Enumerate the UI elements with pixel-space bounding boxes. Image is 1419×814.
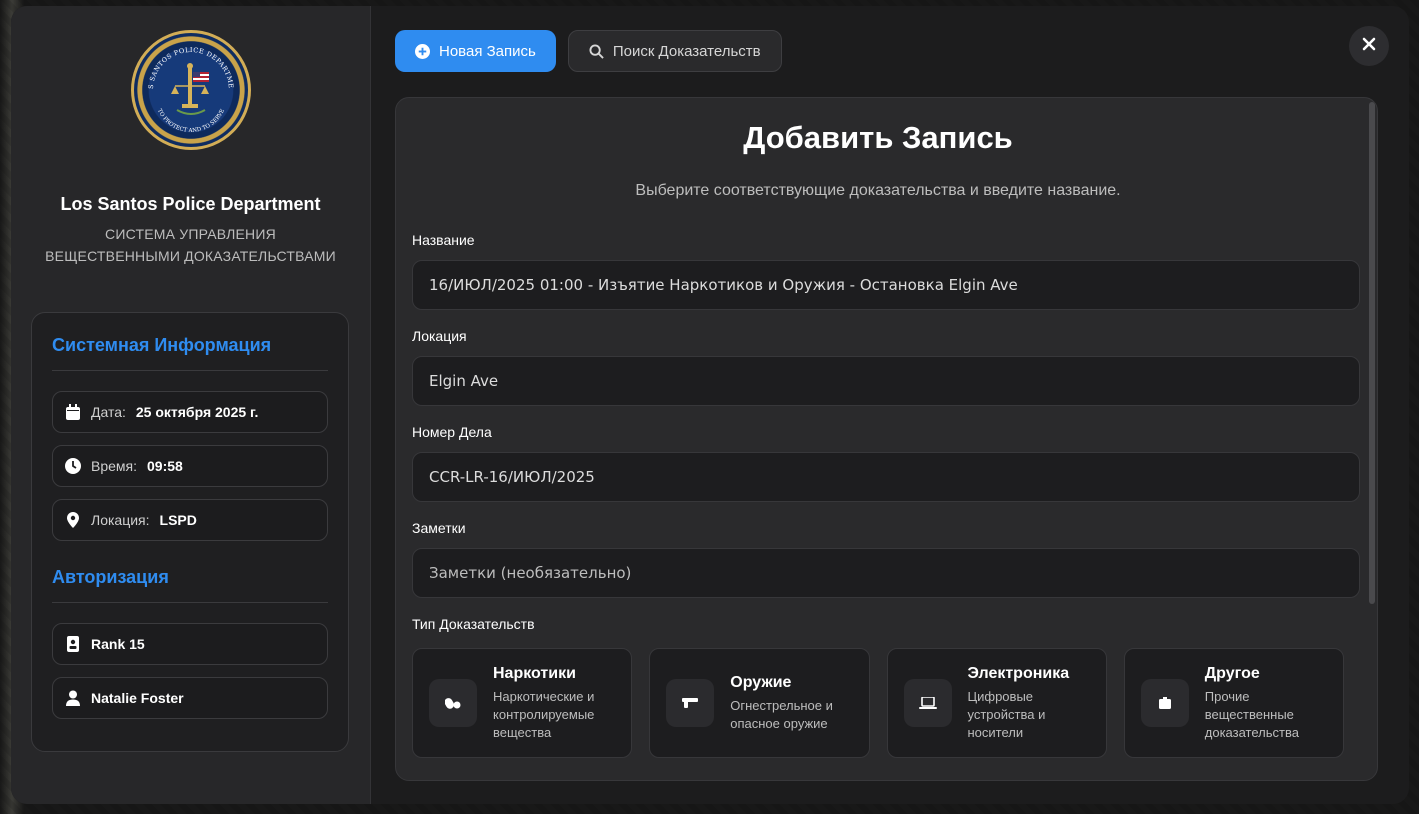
desc-line: контролируемые (493, 706, 595, 722)
add-record-panel: Добавить Запись Выберите соответствующие… (395, 97, 1378, 781)
desc-line: Огнестрельное и (730, 697, 833, 713)
laptop-icon (903, 679, 952, 727)
toolbar: Новая Запись Поиск Доказательств (395, 30, 1385, 72)
auth-title: Авторизация (52, 567, 328, 603)
badge-wrap: LOS SANTOS POLICE DEPARTMENT TO PROTECT … (31, 30, 350, 150)
evidence-type-electronics-text: Электроника Цифровые устройства и носите… (968, 665, 1070, 742)
panel-scrollbar[interactable] (1369, 102, 1375, 604)
rank-value: Rank 15 (91, 636, 145, 652)
desc-line: доказательства (1204, 724, 1299, 740)
evidence-type-desc: Цифровые устройства и носители (968, 688, 1070, 742)
date-row: Дата: 25 октября 2025 г. (52, 391, 328, 433)
close-icon (1362, 37, 1376, 56)
evidence-type-title: Электроника (967, 664, 1070, 682)
time-value: 09:58 (147, 458, 183, 474)
badge-emblem-icon: LOS SANTOS POLICE DEPARTMENT TO PROTECT … (135, 34, 235, 134)
close-button[interactable] (1349, 26, 1389, 66)
evidence-type-title: Другое (1204, 664, 1260, 682)
system-subtitle-line1: СИСТЕМА УПРАВЛЕНИЯ (105, 226, 276, 242)
system-info-title: Системная Информация (52, 335, 328, 371)
evidence-type-electronics[interactable]: Электроника Цифровые устройства и носите… (886, 648, 1107, 758)
main-area: Новая Запись Поиск Доказательств Добавит… (371, 6, 1409, 804)
name-label: Название (412, 232, 475, 248)
desc-line: носители (967, 724, 1024, 740)
new-record-button[interactable]: Новая Запись (395, 30, 556, 72)
notes-label: Заметки (412, 520, 466, 536)
rank-row: Rank 15 (52, 623, 328, 665)
user-name: Natalie Foster (91, 690, 184, 706)
desc-line: опасное оружие (730, 715, 828, 731)
name-input[interactable]: 16/ИЮЛ/2025 01:00 - Изъятие Наркотиков и… (412, 260, 1360, 310)
evidence-type-desc: Прочие вещественные доказательства (1205, 688, 1299, 742)
date-label: Дата: (91, 404, 126, 420)
desc-line: Цифровые (967, 688, 1034, 704)
user-icon (65, 690, 81, 706)
desc-line: вещественные (1204, 706, 1294, 722)
notes-input[interactable]: Заметки (необязательно) (412, 548, 1360, 598)
evidence-type-title: Наркотики (493, 664, 576, 682)
sidebar: LOS SANTOS POLICE DEPARTMENT TO PROTECT … (11, 6, 371, 804)
form-subtitle: Выберите соответствующие доказательства … (635, 182, 1121, 199)
evidence-app-window: LOS SANTOS POLICE DEPARTMENT TO PROTECT … (11, 6, 1409, 804)
system-subtitle: СИСТЕМА УПРАВЛЕНИЯ ВЕЩЕСТВЕННЫМИ ДОКАЗАТ… (31, 223, 350, 267)
evidence-type-weapons[interactable]: Оружие Огнестрельное и опасное оружие (649, 648, 870, 758)
evidence-type-desc: Наркотические и контролируемые вещества (493, 688, 594, 742)
evidence-type-grid: Наркотики Наркотические и контролируемые… (412, 648, 1344, 758)
time-row: Время: 09:58 (52, 445, 328, 487)
plus-circle-icon (415, 43, 431, 59)
desc-line: вещества (493, 724, 552, 740)
desc-line: Прочие (1204, 688, 1250, 704)
case-number-label: Номер Дела (412, 424, 492, 440)
calendar-icon (65, 404, 81, 420)
date-value: 25 октября 2025 г. (135, 404, 259, 420)
gun-icon (666, 679, 715, 727)
evidence-type-other[interactable]: Другое Прочие вещественные доказательств… (1123, 648, 1344, 758)
location-value: LSPD (159, 512, 197, 528)
location-input[interactable]: Elgin Ave (412, 356, 1360, 406)
lspd-badge-logo: LOS SANTOS POLICE DEPARTMENT TO PROTECT … (130, 30, 251, 150)
time-label: Время: (91, 458, 138, 474)
system-subtitle-line2: ВЕЩЕСТВЕННЫМИ ДОКАЗАТЕЛЬСТВАМИ (45, 248, 336, 264)
desc-line: устройства и (967, 706, 1046, 722)
location-label: Локация: (91, 512, 150, 528)
search-icon (589, 43, 605, 59)
user-row: Natalie Foster (52, 677, 328, 719)
evidence-type-drugs-text: Наркотики Наркотические и контролируемые… (493, 665, 594, 742)
evidence-type-drugs[interactable]: Наркотики Наркотические и контролируемые… (412, 648, 633, 758)
id-badge-icon (65, 636, 81, 652)
location-row: Локация: LSPD (52, 499, 328, 541)
location-field-label: Локация (412, 328, 467, 344)
clock-icon (65, 458, 81, 474)
system-info-card: Системная Информация Дата: 25 октября 20… (31, 312, 349, 752)
box-icon (1140, 679, 1189, 727)
map-pin-icon (65, 512, 81, 528)
evidence-type-label: Тип Доказательств (412, 616, 535, 632)
add-record-form: Добавить Запись Выберите соответствующие… (396, 98, 1360, 758)
new-record-label: Новая Запись (439, 42, 536, 60)
search-evidence-button[interactable]: Поиск Доказательств (567, 30, 782, 72)
evidence-type-title: Оружие (730, 673, 792, 691)
form-title: Добавить Запись (743, 120, 1013, 155)
case-number-input[interactable]: CCR-LR-16/ИЮЛ/2025 (412, 452, 1360, 502)
evidence-type-weapons-text: Оружие Огнестрельное и опасное оружие (730, 674, 833, 733)
evidence-type-desc: Огнестрельное и опасное оружие (730, 697, 833, 733)
evidence-type-other-text: Другое Прочие вещественные доказательств… (1205, 665, 1299, 742)
pills-icon (429, 679, 477, 727)
search-evidence-label: Поиск Доказательств (612, 42, 761, 60)
desc-line: Наркотические и (493, 688, 595, 704)
department-name: Los Santos Police Department (60, 194, 321, 214)
